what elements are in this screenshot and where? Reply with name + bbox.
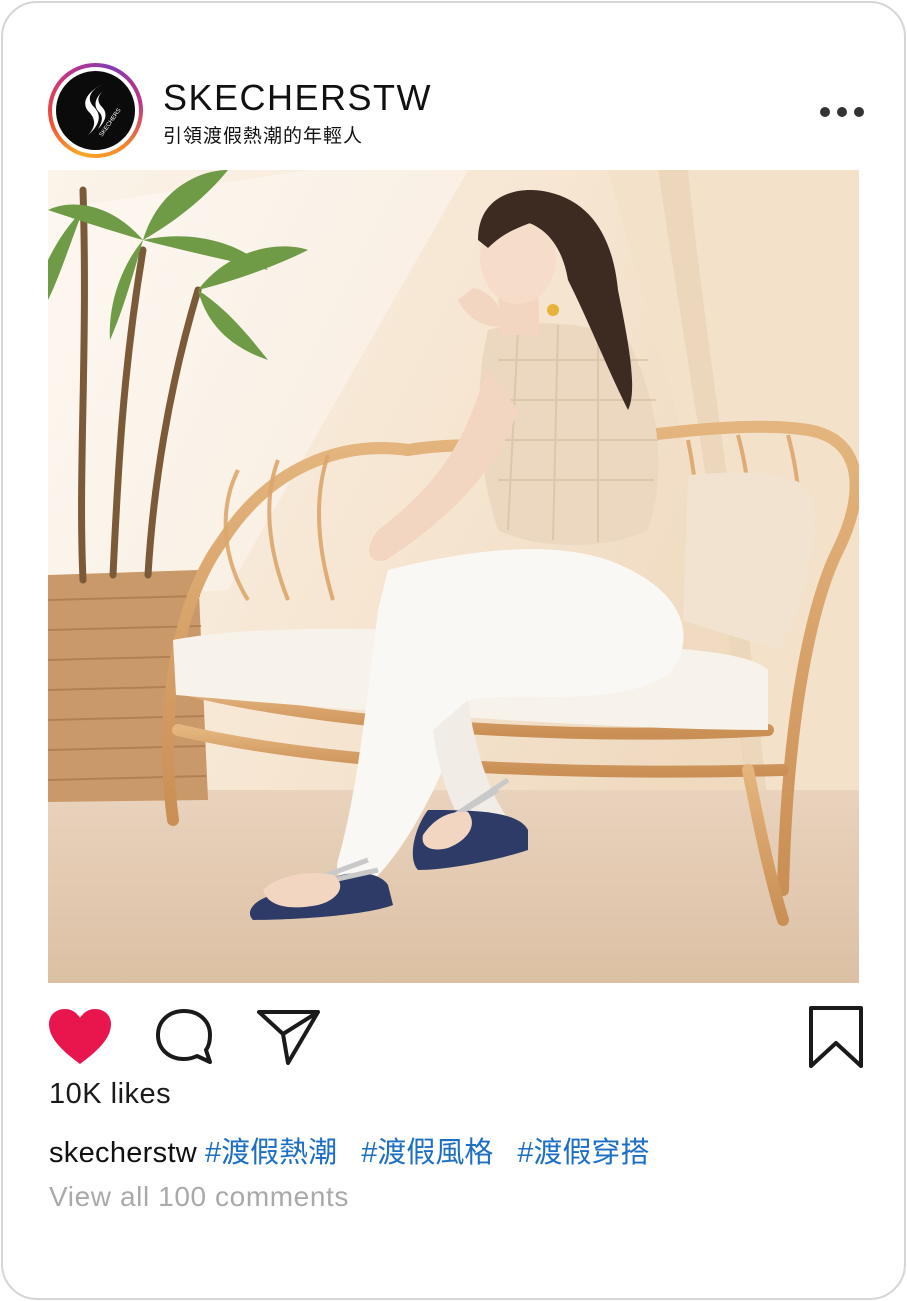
view-comments-link[interactable]: View all 100 comments (49, 1181, 349, 1213)
send-icon[interactable] (255, 1008, 321, 1066)
hashtag-link[interactable]: #渡假熱潮 (205, 1137, 337, 1169)
comment-icon[interactable] (155, 1008, 213, 1064)
account-tagline: 引領渡假熱潮的年輕人 (163, 126, 364, 147)
skechers-logo-icon: SKECHERS (56, 71, 135, 150)
post-photo[interactable] (48, 170, 859, 983)
bookmark-icon[interactable] (808, 1005, 864, 1069)
account-name[interactable]: SKECHERSTW (163, 77, 432, 119)
post-card: SKECHERS SKECHERSTW 引領渡假熱潮的年輕人 10K likes… (1, 1, 906, 1300)
more-options-icon[interactable] (815, 99, 869, 125)
post-caption: skecherstw #渡假熱潮 #渡假風格 #渡假穿搭 (49, 1129, 649, 1171)
avatar[interactable]: SKECHERS (48, 63, 143, 158)
post-photo-illustration (48, 170, 859, 983)
skechers-s-logo: SKECHERS (85, 85, 123, 138)
likes-count[interactable]: 10K likes (49, 1078, 171, 1111)
caption-username[interactable]: skecherstw (49, 1137, 197, 1169)
hashtag-link[interactable]: #渡假穿搭 (517, 1137, 649, 1169)
heart-icon[interactable] (48, 1008, 112, 1066)
hashtag-link[interactable]: #渡假風格 (361, 1137, 493, 1169)
